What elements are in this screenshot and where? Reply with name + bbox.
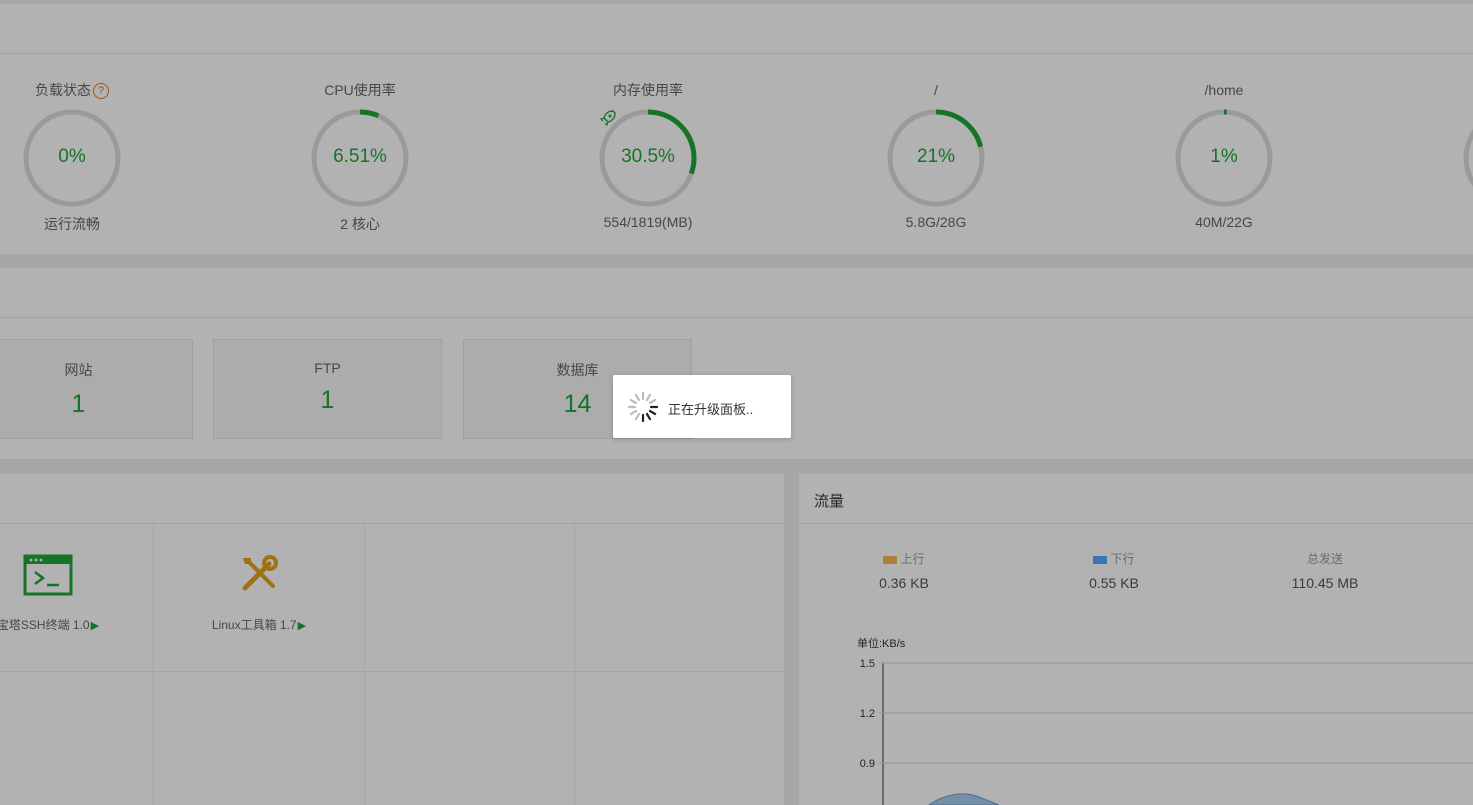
spinner-segment [648,398,657,405]
loading-text: 正在升级面板.. [668,402,754,417]
spinner-segment [645,393,652,402]
spinner-segment [629,398,638,405]
spinner-segment [634,393,641,402]
spinner-segment [648,409,657,416]
loading-dialog: 正在升级面板.. [613,375,791,438]
spinner-segment [645,412,652,421]
loading-spinner-icon [627,391,659,423]
spinner-segment [629,409,638,416]
spinner-segment [634,412,641,421]
